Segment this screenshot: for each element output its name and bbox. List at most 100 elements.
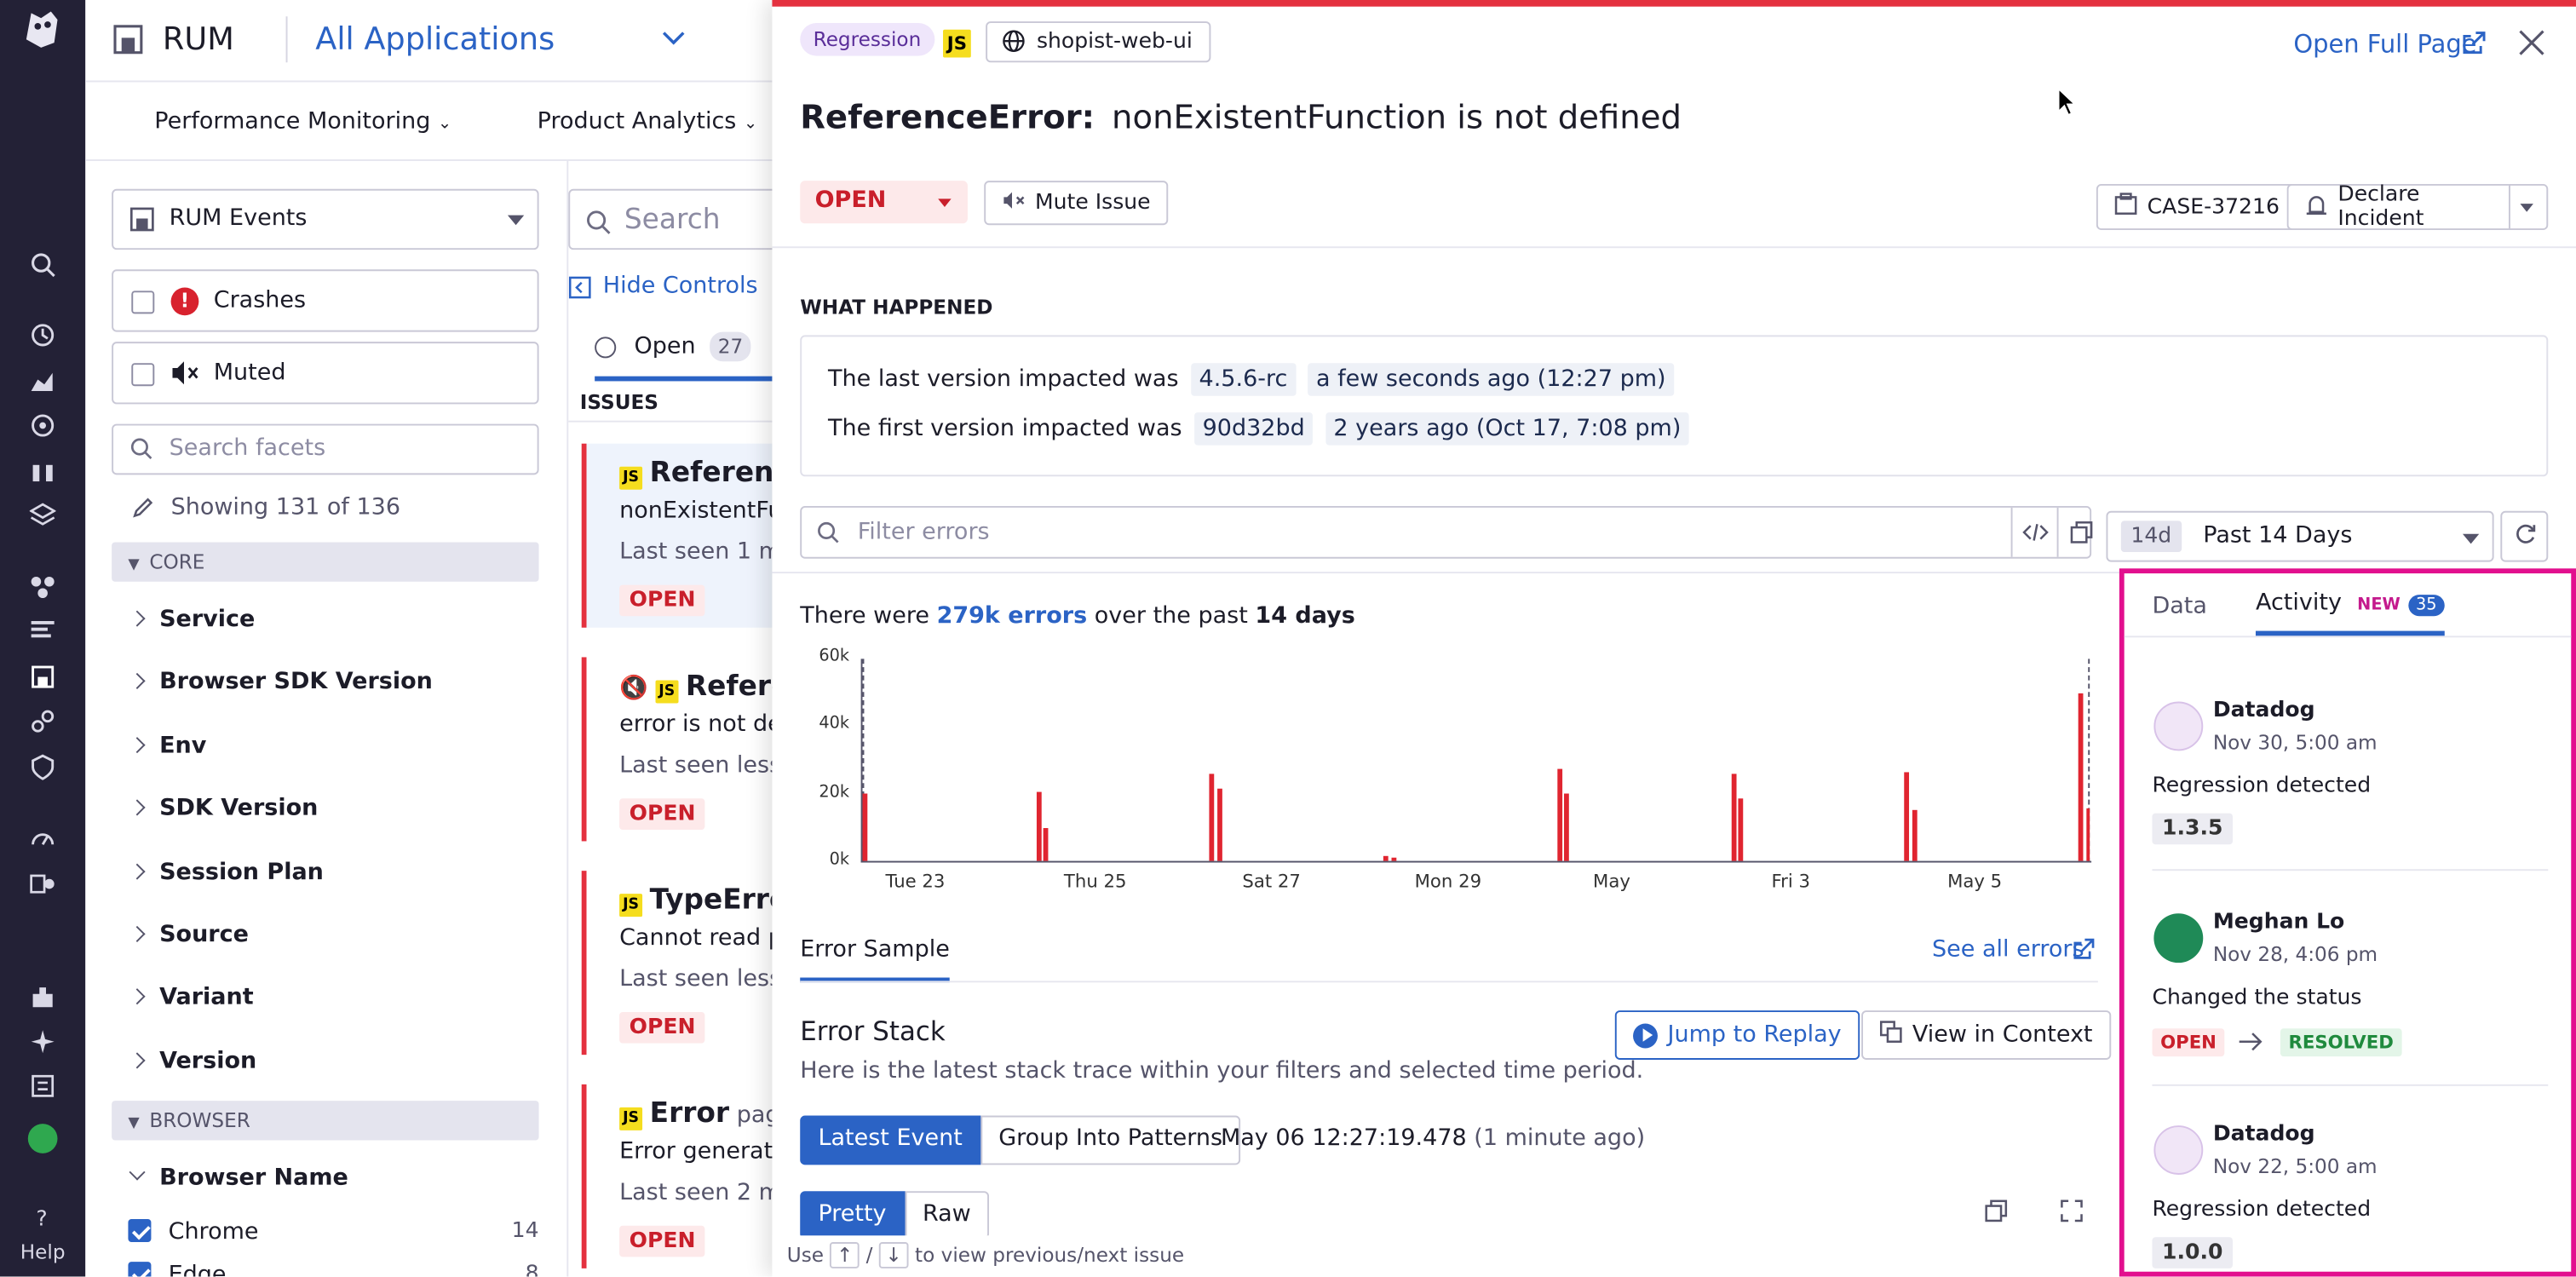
copy-icon[interactable] (2056, 507, 2103, 557)
issue-status[interactable]: OPEN (619, 1225, 784, 1257)
issue-card-2[interactable]: 🔇 JS Refere error is not def Last seen l… (581, 657, 797, 842)
user-avatar-icon[interactable] (26, 1122, 60, 1155)
version-chip[interactable]: 1.0.0 (2152, 1237, 2233, 1268)
issue-status[interactable]: OPEN (619, 798, 784, 830)
close-icon[interactable] (2519, 30, 2545, 63)
chart-bar[interactable] (1564, 792, 1570, 861)
search-icon[interactable] (26, 248, 60, 281)
security-icon[interactable] (26, 751, 60, 784)
edge-checkbox[interactable] (128, 1262, 152, 1277)
hide-controls-link[interactable]: Hide Controls (603, 273, 758, 299)
history-icon[interactable] (26, 319, 60, 352)
facet-browser-name[interactable]: Browser Name (129, 1164, 348, 1191)
crashes-checkbox[interactable] (131, 290, 155, 314)
external-link-icon[interactable] (2463, 32, 2486, 61)
help-icon[interactable]: ? (26, 1201, 60, 1234)
mute-issue-button[interactable]: Mute Issue (984, 181, 1169, 226)
chart-bar[interactable] (1390, 857, 1396, 861)
help-label[interactable]: Help (0, 1240, 85, 1263)
issue-card-3[interactable]: JS TypeError Cannot read pr Last seen le… (581, 871, 802, 1056)
dashboards-icon[interactable] (26, 365, 60, 398)
facet-session-plan[interactable]: Session Plan (129, 860, 324, 886)
error-count-link[interactable]: 279k errors (937, 603, 1088, 630)
declare-options-button[interactable] (2508, 184, 2549, 231)
tab-error-sample[interactable]: Error Sample (800, 936, 950, 983)
issue-status[interactable]: OPEN (619, 584, 784, 617)
facet-variant[interactable]: Variant (129, 984, 254, 1010)
status-dropdown[interactable]: OPEN (800, 181, 968, 224)
declare-incident-button[interactable]: Declare Incident (2286, 182, 2509, 232)
refresh-button[interactable] (2500, 510, 2549, 562)
crashes-toggle[interactable]: ! Crashes (112, 269, 539, 332)
pencil-icon[interactable] (131, 496, 154, 526)
tab-activity[interactable]: Activity NEW 35 (2255, 590, 2446, 636)
search-facets-input[interactable]: Search facets (112, 423, 539, 475)
facet-value-chrome[interactable]: Chrome 14 (128, 1219, 539, 1245)
issue-card-4[interactable]: JS Error pag Error generatin Last seen 2… (581, 1084, 802, 1268)
ci-icon[interactable] (26, 867, 60, 900)
chart-bar[interactable] (1738, 797, 1744, 861)
muted-checkbox[interactable] (131, 363, 155, 387)
performance-icon[interactable] (26, 821, 60, 854)
version-chip[interactable]: 1.3.5 (2152, 813, 2233, 845)
chart-bar[interactable] (1036, 791, 1042, 861)
expand-icon[interactable] (2060, 1199, 2083, 1229)
rum-icon[interactable] (26, 660, 60, 693)
tab-data[interactable]: Data (2152, 593, 2206, 619)
case-button[interactable]: CASE-37216 (2096, 184, 2298, 231)
facet-source[interactable]: Source (129, 922, 249, 948)
tab-open[interactable]: Open 27 (595, 325, 783, 382)
facet-env[interactable]: Env (129, 733, 206, 759)
facet-browser-sdk-version[interactable]: Browser SDK Version (129, 669, 433, 695)
latest-event-button[interactable]: Latest Event (800, 1115, 981, 1165)
chart-bar[interactable] (1216, 787, 1222, 861)
filter-errors-input[interactable]: Filter errors (800, 506, 2092, 559)
open-full-page-link[interactable]: Open Full Page (2293, 30, 2476, 60)
first-version-chip[interactable]: 90d32bd (1193, 412, 1314, 446)
apm-icon[interactable] (26, 570, 60, 603)
code-icon[interactable] (2010, 507, 2057, 557)
facet-sdk-version[interactable]: SDK Version (129, 795, 318, 821)
chrome-checkbox[interactable] (128, 1219, 152, 1243)
time-range-select[interactable]: 14d Past 14 Days (2106, 510, 2494, 562)
integrations-icon[interactable] (26, 981, 60, 1014)
chart-bar[interactable] (862, 792, 868, 861)
see-all-errors-link[interactable]: See all errors (1932, 936, 2084, 963)
chart-bar[interactable] (1557, 768, 1562, 861)
chart-bar[interactable] (1912, 809, 1918, 861)
infrastructure-icon[interactable] (26, 499, 60, 532)
issues-search-input[interactable]: Search (568, 188, 799, 250)
jump-to-replay-button[interactable]: Jump to Replay (1614, 1010, 1860, 1060)
facet-version[interactable]: Version (129, 1048, 256, 1074)
issue-status[interactable]: OPEN (619, 1012, 784, 1044)
binoculars-icon[interactable] (26, 455, 60, 488)
pretty-button[interactable]: Pretty (800, 1191, 905, 1240)
service-tag[interactable]: shopist-web-ui (986, 21, 1211, 63)
logs-icon[interactable] (26, 613, 60, 646)
chart-bar[interactable] (2079, 693, 2084, 861)
view-in-context-button[interactable]: View in Context (1861, 1010, 2111, 1060)
datadog-logo-icon[interactable] (18, 3, 67, 53)
notebooks-icon[interactable] (26, 1070, 60, 1103)
group-patterns-button[interactable]: Group Into Patterns (980, 1115, 1241, 1165)
chevron-down-icon[interactable] (662, 26, 685, 53)
issue-card-1[interactable]: JS Reference nonExistentFur Last seen 1 … (581, 443, 809, 628)
synthetics-icon[interactable] (26, 705, 60, 738)
rum-events-select[interactable]: RUM Events (112, 188, 539, 250)
chart-bar[interactable] (2085, 808, 2091, 861)
perf-monitoring-menu[interactable]: Performance Monitoring ⌄ (154, 108, 451, 135)
facet-value-edge[interactable]: Edge 8 (128, 1262, 539, 1277)
chart-bar[interactable] (1043, 828, 1049, 861)
app-selector[interactable]: All Applications (315, 21, 555, 57)
collapse-icon[interactable] (568, 276, 591, 306)
product-analytics-menu[interactable]: Product Analytics ⌄ (538, 108, 757, 135)
external-link-icon[interactable] (2073, 938, 2095, 966)
chart-bar[interactable] (1383, 855, 1389, 861)
chart-bar[interactable] (1905, 772, 1910, 861)
browser-section-header[interactable]: ▼ BROWSER (112, 1101, 539, 1141)
sparkle-icon[interactable] (26, 1025, 60, 1058)
copy-icon[interactable] (1985, 1199, 2008, 1229)
last-version-chip[interactable]: 4.5.6-rc (1190, 363, 1297, 396)
monitors-icon[interactable] (26, 409, 60, 442)
raw-button[interactable]: Raw (904, 1191, 989, 1240)
